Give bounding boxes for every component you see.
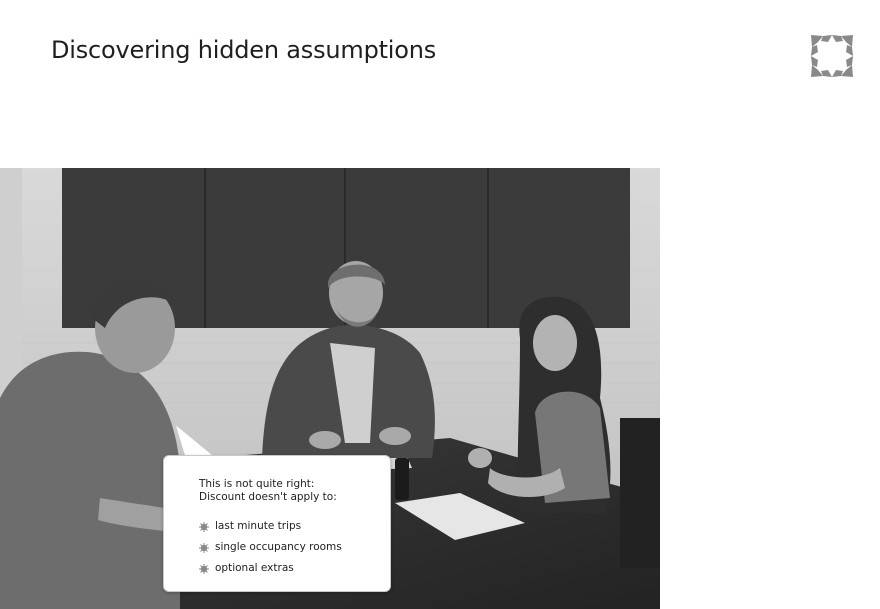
page-title: Discovering hidden assumptions bbox=[51, 36, 437, 64]
callout-list: last minute trips single occupancy rooms… bbox=[199, 516, 390, 579]
callout-tail bbox=[175, 424, 215, 458]
sparkle-bullet-icon bbox=[199, 563, 209, 574]
callout-line-2: Discount doesn't apply to: bbox=[199, 491, 337, 503]
list-item-text: single occupancy rooms bbox=[215, 541, 342, 553]
list-item: single occupancy rooms bbox=[199, 537, 390, 558]
sparkle-bullet-icon bbox=[199, 542, 209, 553]
callout-line-1: This is not quite right: bbox=[199, 478, 315, 490]
list-item: optional extras bbox=[199, 558, 390, 579]
list-item-text: last minute trips bbox=[215, 520, 302, 532]
slide: Discovering hidden assumptions This is n… bbox=[0, 0, 880, 609]
callout-bubble: This is not quite right: Discount doesn'… bbox=[163, 455, 391, 592]
starburst-frame-icon bbox=[809, 33, 855, 79]
list-item-text: optional extras bbox=[215, 562, 294, 574]
list-item: last minute trips bbox=[199, 516, 390, 537]
sparkle-bullet-icon bbox=[199, 521, 209, 532]
